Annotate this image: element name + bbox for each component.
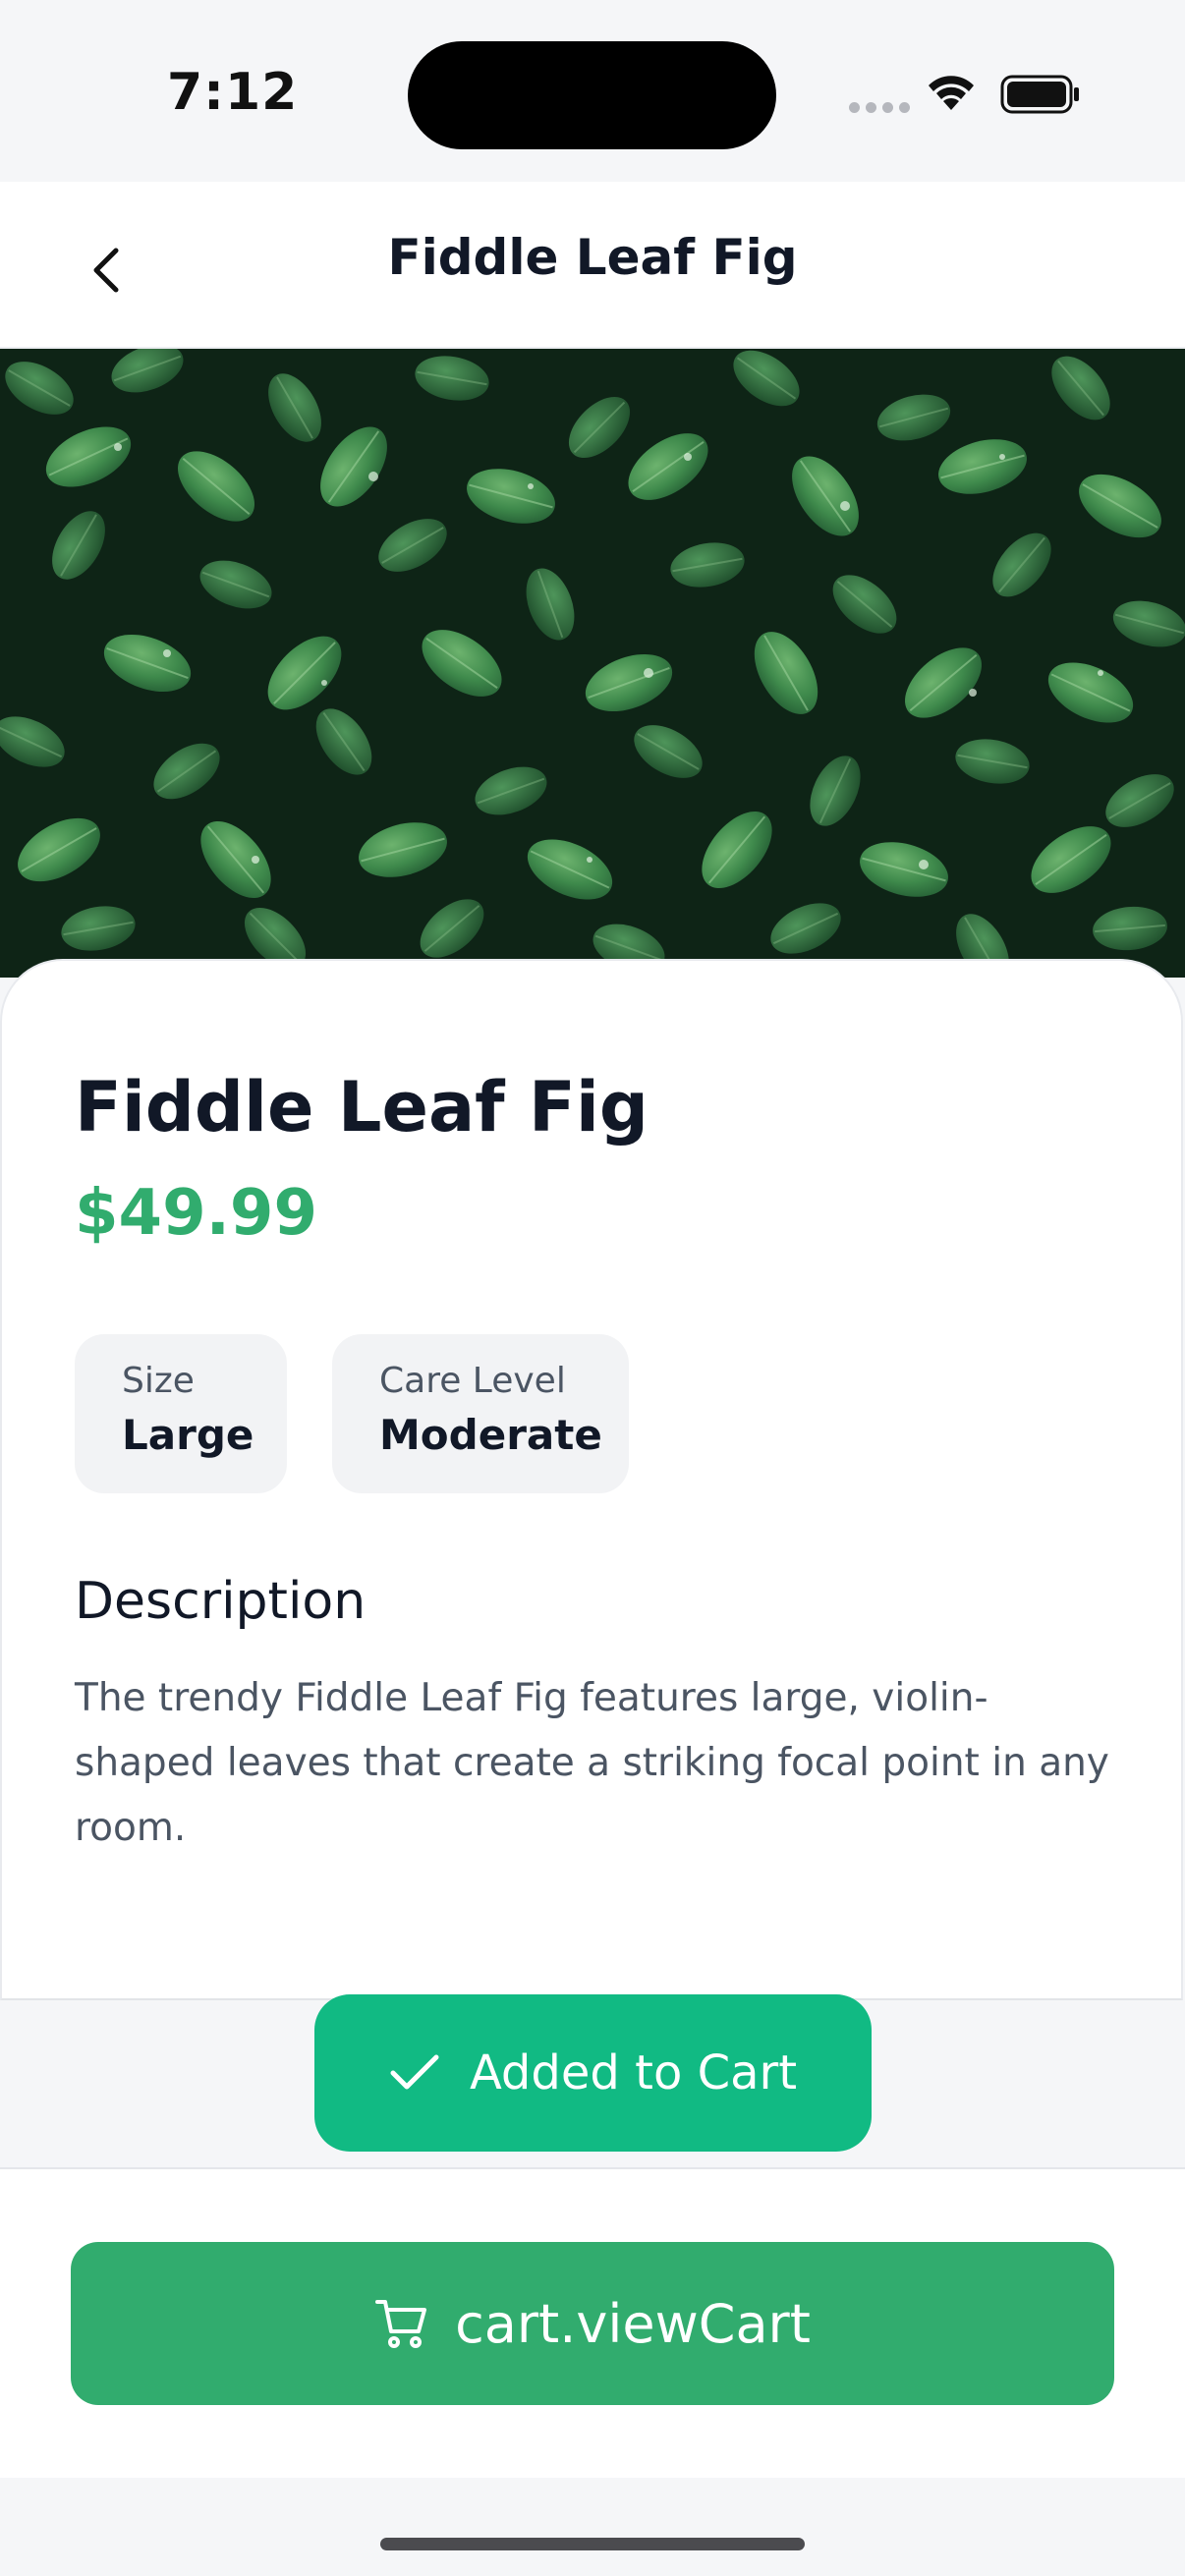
toast-label: Added to Cart <box>469 2045 798 2100</box>
product-detail-card: Fiddle Leaf Fig $49.99 Size Large Care L… <box>0 959 1183 2000</box>
cellular-signal-icon <box>849 102 910 113</box>
care-level-label: Care Level <box>379 1361 566 1401</box>
description-text: The trendy Fiddle Leaf Fig features larg… <box>75 1676 1109 1850</box>
view-cart-label: cart.viewCart <box>455 2292 811 2355</box>
size-attribute: Size Large <box>75 1334 287 1493</box>
product-name: Fiddle Leaf Fig <box>75 1067 649 1148</box>
product-image <box>0 349 1185 978</box>
status-time: 7:12 <box>167 63 299 122</box>
bottom-action-bar: cart.viewCart <box>0 2167 1185 2478</box>
page-title: Fiddle Leaf Fig <box>387 229 798 286</box>
product-price: $49.99 <box>75 1177 317 1250</box>
navigation-bar: Fiddle Leaf Fig <box>0 182 1185 349</box>
dynamic-island <box>408 41 776 149</box>
size-value: Large <box>122 1411 254 1459</box>
checkmark-icon <box>390 2054 439 2090</box>
view-cart-button[interactable]: cart.viewCart <box>71 2242 1114 2405</box>
size-label: Size <box>122 1361 195 1401</box>
care-level-attribute: Care Level Moderate <box>332 1334 629 1493</box>
status-bar: 7:12 <box>0 0 1185 182</box>
home-indicator[interactable] <box>380 2538 805 2550</box>
cart-icon <box>375 2300 427 2348</box>
added-to-cart-toast: Added to Cart <box>314 1994 872 2152</box>
description-heading: Description <box>75 1572 367 1631</box>
battery-icon <box>1000 75 1079 114</box>
wifi-icon <box>929 76 974 110</box>
care-level-value: Moderate <box>379 1411 602 1459</box>
